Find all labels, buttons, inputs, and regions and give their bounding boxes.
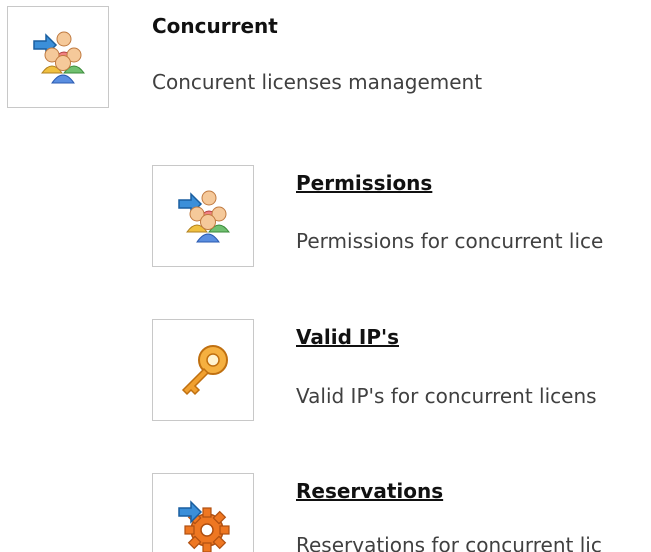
page-description: Concurent licenses management — [152, 70, 483, 94]
users-arrow-icon — [33, 31, 85, 84]
key-icon — [181, 345, 228, 396]
concurrent-icon-box — [7, 6, 109, 108]
permissions-link[interactable]: Permissions — [296, 171, 432, 195]
users-arrow-icon — [178, 190, 230, 243]
concurrent-licenses-page: Concurrent Concurent licenses management… — [0, 0, 651, 552]
reservations-icon-box[interactable] — [152, 473, 254, 552]
permissions-description: Permissions for concurrent lice — [296, 229, 604, 253]
valid-ips-description: Valid IP's for concurrent licens — [296, 384, 597, 408]
reservations-description: Reservations for concurrent lic — [296, 533, 602, 552]
valid-ips-link[interactable]: Valid IP's — [296, 325, 399, 349]
gear-arrow-icon — [178, 500, 230, 552]
reservations-link[interactable]: Reservations — [296, 479, 443, 503]
permissions-icon-box[interactable] — [152, 165, 254, 267]
valid-ips-icon-box[interactable] — [152, 319, 254, 421]
page-title: Concurrent — [152, 14, 278, 38]
